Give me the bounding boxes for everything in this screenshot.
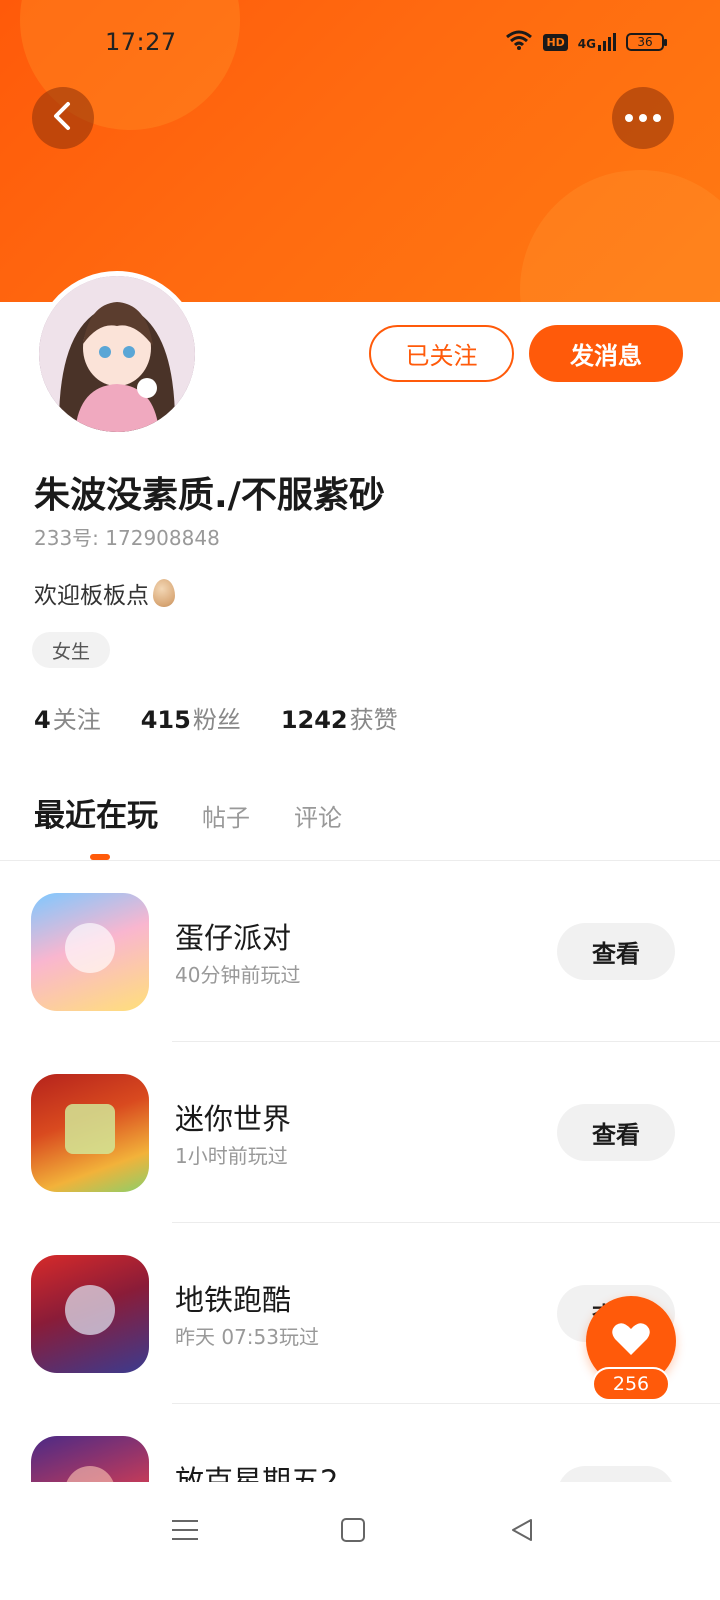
game-name: 地铁跑酷 [175, 1283, 292, 1317]
username: 朱波没素质./不服紫砂 [34, 475, 385, 516]
game-last-played: 昨天 07:53玩过 [175, 1325, 319, 1349]
battery-level: 36 [637, 35, 653, 49]
wifi-icon [505, 30, 533, 54]
game-name: 迷你世界 [175, 1102, 292, 1136]
stat-following[interactable]: 4关注 [34, 700, 101, 735]
stat-value: 415 [140, 706, 191, 734]
stat-value: 4 [34, 706, 51, 734]
chevron-left-icon [50, 101, 76, 135]
game-icon [31, 1436, 149, 1482]
tab-comments[interactable]: 评论 [294, 798, 342, 833]
back-triangle-icon [509, 1517, 535, 1547]
avatar-illustration [39, 276, 195, 432]
menu-icon [172, 1518, 198, 1546]
game-icon [31, 893, 149, 1011]
banner-decoration [520, 170, 720, 302]
view-button[interactable]: 查看 [557, 1466, 675, 1482]
stat-likes[interactable]: 1242获赞 [281, 700, 398, 735]
game-icon [31, 1074, 149, 1192]
more-dots-icon [625, 114, 661, 122]
more-button[interactable] [612, 87, 674, 149]
bio: 欢迎板板点 [34, 576, 175, 610]
following-button[interactable]: 已关注 [369, 325, 514, 382]
stat-label: 关注 [52, 706, 101, 734]
tab-posts[interactable]: 帖子 [202, 798, 250, 833]
status-time: 17:27 [105, 28, 177, 56]
egg-icon [153, 579, 175, 607]
heart-icon [611, 1321, 651, 1361]
bio-text: 欢迎板板点 [34, 583, 149, 609]
tab-recently-played[interactable]: 最近在玩 [34, 790, 158, 835]
game-last-played: 40分钟前玩过 [175, 963, 301, 987]
list-item[interactable]: 放克星期五2 查看 [0, 1404, 720, 1482]
send-message-button[interactable]: 发消息 [529, 325, 683, 382]
like-count: 256 [592, 1367, 670, 1401]
game-name: 蛋仔派对 [175, 921, 292, 955]
nav-back-button[interactable] [502, 1512, 542, 1552]
nav-menu-button[interactable] [165, 1512, 205, 1552]
network-label: 4G [577, 37, 596, 51]
stat-label: 粉丝 [192, 706, 241, 734]
view-button[interactable]: 查看 [557, 923, 675, 980]
user-id: 233号: 172908848 [34, 526, 220, 550]
game-icon [31, 1255, 149, 1373]
home-square-icon [340, 1517, 366, 1547]
avatar[interactable] [34, 271, 200, 437]
game-last-played: 1小时前玩过 [175, 1144, 288, 1168]
stat-label: 获赞 [349, 706, 398, 734]
stats-row: 4关注 415粉丝 1242获赞 [34, 700, 398, 735]
list-item[interactable]: 迷你世界 1小时前玩过 查看 [0, 1042, 720, 1223]
battery-icon: 36 [626, 33, 667, 51]
view-button[interactable]: 查看 [557, 1104, 675, 1161]
profile-tabs: 最近在玩 帖子 评论 [34, 790, 342, 835]
stat-followers[interactable]: 415粉丝 [141, 700, 241, 735]
stat-value: 1242 [280, 706, 348, 734]
system-nav-bar [0, 1482, 720, 1600]
list-item[interactable]: 蛋仔派对 40分钟前玩过 查看 [0, 861, 720, 1042]
nav-home-button[interactable] [333, 1512, 373, 1552]
signal-icon: 4G [578, 33, 616, 51]
gender-tag: 女生 [32, 632, 110, 668]
status-icons: HD 4G 36 [505, 30, 667, 54]
hd-icon: HD [543, 33, 568, 51]
game-name: 放克星期五2 [175, 1464, 339, 1482]
back-button[interactable] [32, 87, 94, 149]
